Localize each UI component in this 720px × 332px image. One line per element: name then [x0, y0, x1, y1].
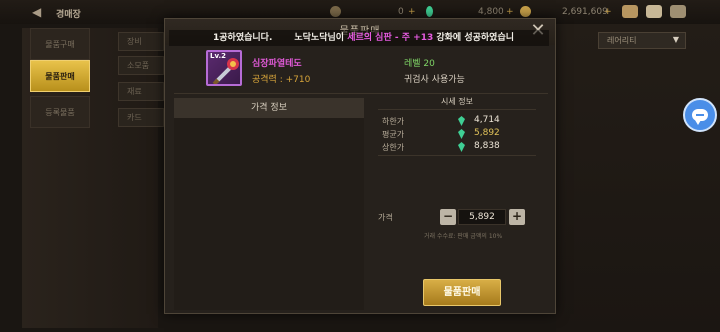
chest-icon[interactable] — [622, 5, 638, 18]
right-panel — [556, 24, 720, 332]
divider — [378, 155, 536, 156]
price-value: 8,838 — [474, 141, 500, 151]
price-label: 상한가 — [382, 143, 405, 152]
price-value: 5,892 — [474, 128, 500, 138]
currency-value: 2,691,609 — [562, 7, 608, 17]
currency-value: 4,800 — [478, 7, 504, 17]
market-price-row: 평균가 5,892 — [382, 128, 532, 141]
rarity-dropdown[interactable]: 레어리티 ▼ — [598, 32, 686, 49]
fee-note: 거래 수수료: 판매 금액의 10% — [424, 233, 503, 240]
item-class-restriction: 귀검사 사용가능 — [404, 75, 465, 85]
chat-button[interactable] — [683, 98, 717, 132]
gem-icon — [426, 6, 433, 17]
price-info-header: 가격 정보 — [174, 98, 364, 118]
tab-buy[interactable]: 물품구매 — [30, 28, 90, 60]
plus-icon[interactable]: + — [604, 7, 612, 17]
gem-icon — [458, 116, 465, 126]
notice-part1: 1공하였습니다. — [213, 33, 273, 43]
subtab-card[interactable]: 카드 — [118, 108, 164, 127]
mail-icon[interactable] — [646, 5, 662, 18]
subtab-equipment[interactable]: 장비 — [118, 32, 164, 51]
price-info-panel — [174, 98, 364, 310]
dropdown-label: 레어리티 — [607, 36, 637, 45]
back-arrow-icon[interactable]: ◀ — [32, 5, 41, 19]
gem-icon — [458, 129, 465, 139]
page-title: 경매장 — [56, 10, 81, 20]
market-price-row: 상한가 8,838 — [382, 141, 532, 154]
item-name: 심장파열테도 — [252, 59, 302, 69]
increase-price-button[interactable]: + — [509, 209, 525, 225]
sell-button[interactable]: 물품판매 — [423, 279, 501, 306]
notice-part3: 강화에 성공하였습니 — [433, 33, 515, 43]
price-input[interactable]: 5,892 — [458, 209, 506, 225]
subtab-consumable[interactable]: 소모품 — [118, 56, 164, 75]
decrease-price-button[interactable]: − — [440, 209, 456, 225]
subtab-material[interactable]: 재료 — [118, 82, 164, 101]
item-required-level: 레벨 20 — [404, 59, 435, 69]
item-level-badge: Lv.2 — [210, 52, 226, 60]
market-price-row: 하한가 4,714 — [382, 115, 532, 128]
currency-value: 0 — [398, 7, 404, 17]
menu-icon[interactable] — [670, 5, 686, 18]
coin-icon — [330, 6, 341, 17]
notice-part2: 노닥노닥님이 — [294, 33, 348, 43]
tab-sell[interactable]: 물품판매 — [30, 60, 90, 92]
plus-icon[interactable]: + — [408, 7, 416, 17]
notice-highlight: 세르의 심판 - 주 +13 — [347, 33, 434, 43]
market-info-header: 시세 정보 — [378, 94, 536, 110]
price-input-label: 가격 — [378, 213, 393, 222]
chat-icon — [692, 109, 708, 125]
item-attack: 공격력 : +710 — [252, 75, 311, 85]
price-label: 하한가 — [382, 117, 405, 126]
item-icon[interactable]: Lv.2 — [206, 50, 242, 86]
tab-registered[interactable]: 등록물품 — [30, 96, 90, 128]
price-value: 4,714 — [474, 115, 500, 125]
price-label: 평균가 — [382, 130, 405, 139]
plus-icon[interactable]: + — [506, 7, 514, 17]
system-notice: 1공하였습니다. 노닥노닥님이 세르의 심판 - 주 +13 강화에 성공하였습니 — [169, 30, 549, 46]
gold-icon — [520, 6, 531, 17]
gem-icon — [458, 142, 465, 152]
chevron-down-icon: ▼ — [672, 35, 679, 44]
